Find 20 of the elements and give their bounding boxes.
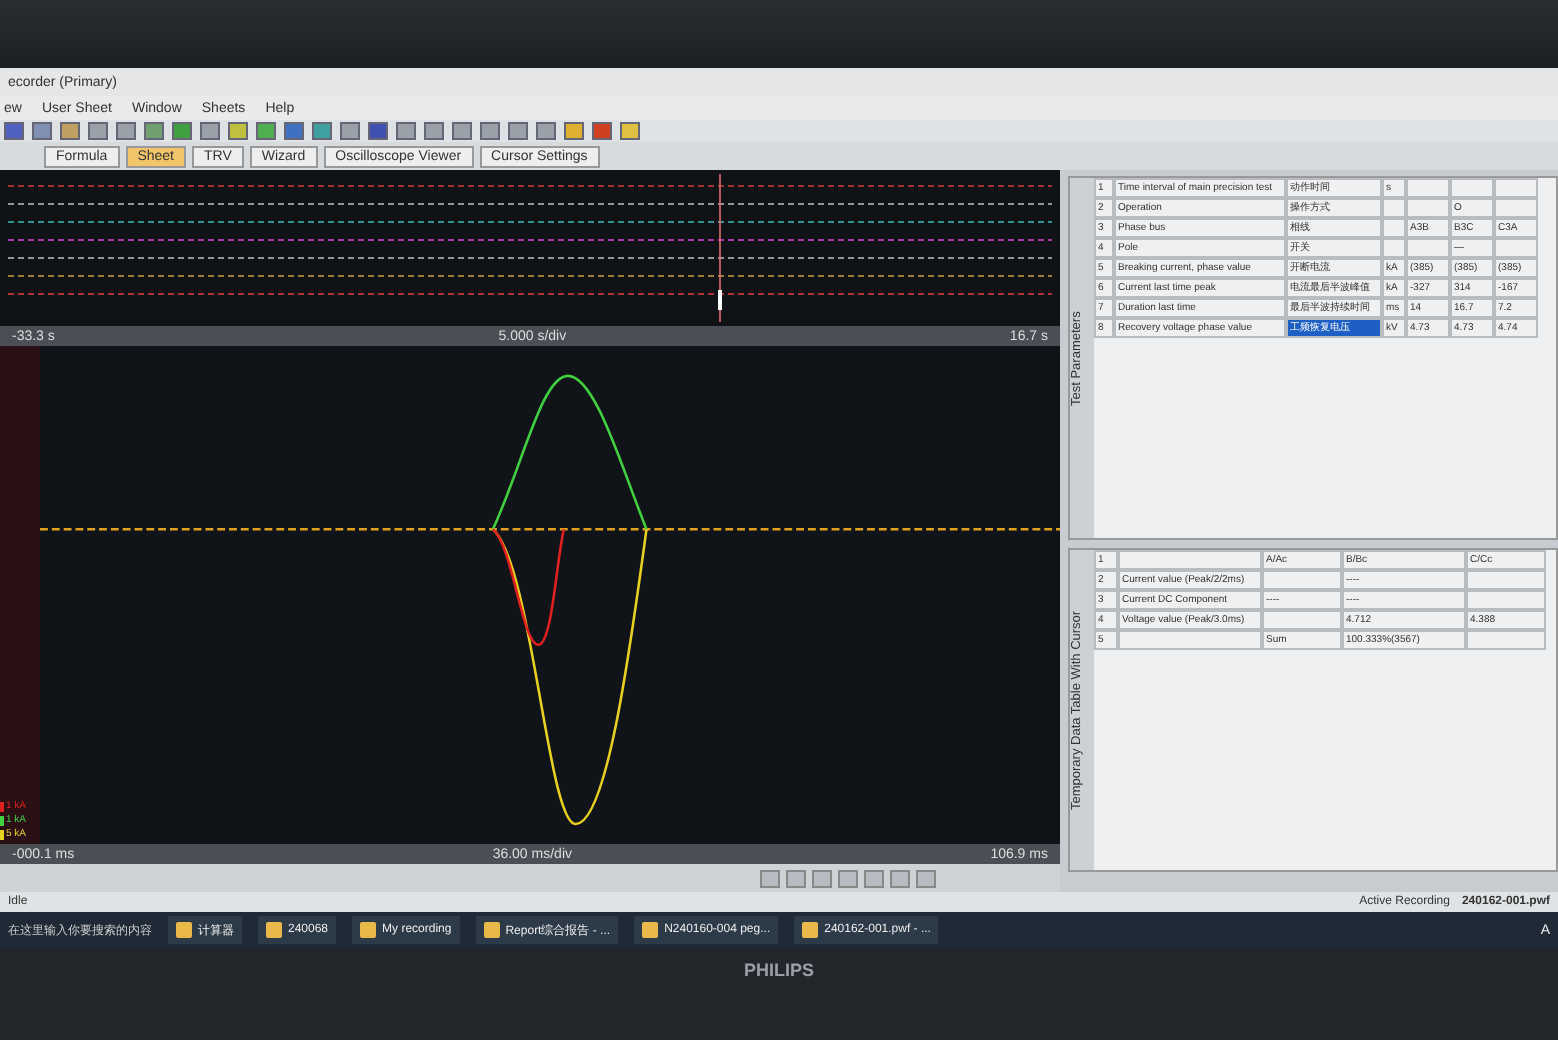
table-cell xyxy=(1406,198,1450,218)
table-cell xyxy=(1382,238,1406,258)
table-cell xyxy=(1262,570,1342,590)
table-cell xyxy=(1466,570,1546,590)
table-cell xyxy=(1382,198,1406,218)
app-icon xyxy=(642,922,659,938)
table-cell xyxy=(1494,198,1538,218)
app-icon xyxy=(266,922,282,938)
app-icon xyxy=(176,922,192,938)
app-icon xyxy=(802,922,819,938)
table-cell xyxy=(1466,630,1546,650)
table-cell xyxy=(1466,590,1546,610)
app-icon xyxy=(483,922,500,938)
table-cell xyxy=(1406,238,1450,258)
table-cell xyxy=(1262,610,1342,630)
table-cell xyxy=(1118,630,1262,650)
app-icon xyxy=(360,922,377,938)
brand-logo: PHILIPS xyxy=(743,960,814,980)
table-cell xyxy=(1382,218,1406,238)
table-cell xyxy=(1494,238,1538,258)
